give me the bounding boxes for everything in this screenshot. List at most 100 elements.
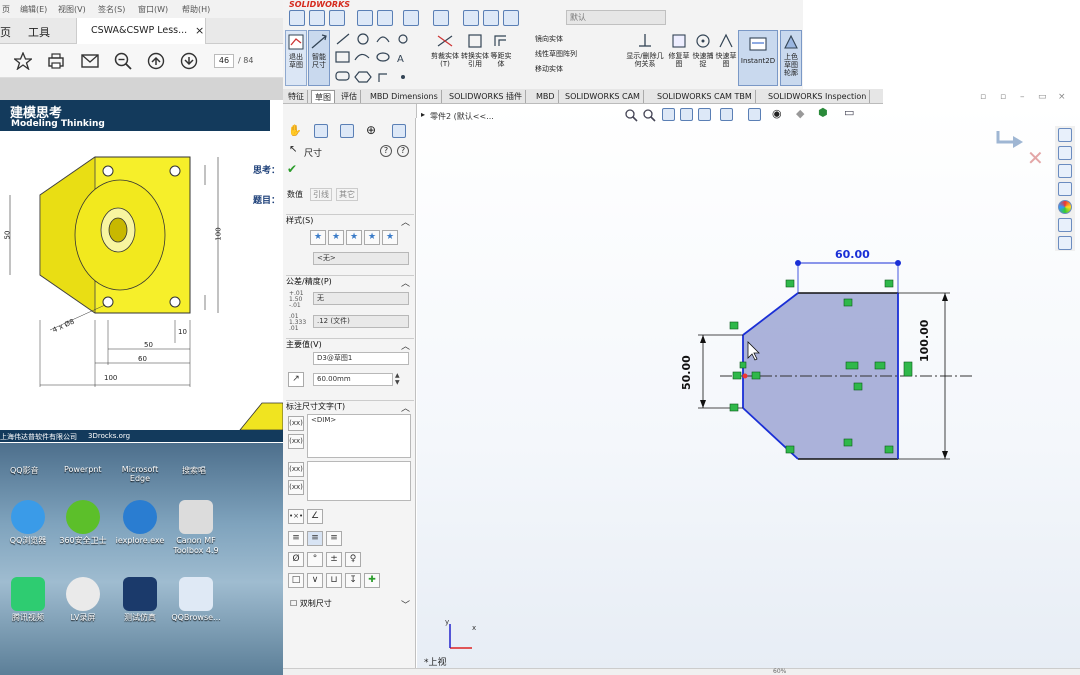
view-settings-icon[interactable]: ▭: [844, 106, 854, 119]
tree-expand-arrow-icon[interactable]: ▸: [421, 110, 425, 119]
align-left-icon[interactable]: ≡: [288, 531, 304, 546]
design-library-icon[interactable]: [1058, 146, 1072, 160]
previous-view-icon[interactable]: [662, 108, 675, 121]
align-center-icon[interactable]: ≡: [307, 531, 323, 546]
exit-sketch-button[interactable]: 退出草图: [285, 30, 307, 86]
section-view-icon[interactable]: [680, 108, 693, 121]
window-tile-icon[interactable]: ▫: [980, 92, 986, 102]
tab-sketch[interactable]: 草图: [311, 90, 335, 103]
dimension-text-box-lower[interactable]: [307, 461, 411, 501]
convert-entities-button[interactable]: 转换实体引用: [461, 32, 489, 86]
taskbar-item-powerpoint[interactable]: Powerpnt: [64, 465, 101, 474]
value-spinner[interactable]: ▲ ▼: [395, 372, 400, 386]
tab-addins[interactable]: SOLIDWORKS 插件: [446, 90, 526, 103]
dimxpert-tab-icon[interactable]: ⊕: [366, 123, 376, 137]
desktop-icon-qqbrowser[interactable]: QQ浏览器: [0, 500, 56, 546]
tab-mbd[interactable]: MBD: [533, 90, 559, 103]
diameter-symbol-icon[interactable]: Ø: [288, 552, 304, 567]
apply-scene-icon[interactable]: ⬢: [818, 106, 828, 119]
counterbore-symbol-icon[interactable]: ⊔: [326, 573, 342, 588]
linear-pattern-button[interactable]: 线性草图阵列: [515, 47, 620, 62]
smart-dimension-button[interactable]: 智能尺寸: [308, 30, 330, 86]
sketch-canvas[interactable]: [680, 250, 980, 465]
primary-value-input[interactable]: 60.00mm: [313, 373, 393, 386]
tab-evaluate[interactable]: 评估: [338, 90, 361, 103]
menu-sign[interactable]: 签名(S): [98, 4, 125, 15]
align-right-icon[interactable]: ≡: [326, 531, 342, 546]
depth-symbol-icon[interactable]: ↧: [345, 573, 361, 588]
view-palette-icon[interactable]: [1058, 182, 1072, 196]
star-icon[interactable]: [14, 52, 32, 70]
tab-cam-tbm[interactable]: SOLIDWORKS CAM TBM: [654, 90, 756, 103]
inspection-dim-icon[interactable]: (xx): [288, 434, 304, 449]
custom-properties-icon[interactable]: [1058, 218, 1072, 232]
redo-icon[interactable]: [329, 10, 345, 26]
delete-style-icon[interactable]: ★: [364, 230, 380, 245]
drag-handle-right[interactable]: [895, 260, 901, 266]
help-2-icon[interactable]: ?: [397, 145, 409, 157]
page-number-input[interactable]: 46: [214, 54, 234, 68]
taskbar-item-qqplayer[interactable]: QQ影音: [10, 465, 39, 476]
dimension-60[interactable]: 60.00: [835, 248, 870, 261]
tab-mbd-dimensions[interactable]: MBD Dimensions: [367, 90, 442, 103]
primary-value-section-header[interactable]: 主要值(V) ︿: [286, 338, 414, 352]
dim-x-icon[interactable]: •×•: [288, 509, 304, 524]
configuration-dropdown[interactable]: 默认: [566, 10, 666, 25]
sketch-entity-tools[interactable]: A: [333, 30, 433, 86]
view-orientation-icon[interactable]: [720, 108, 733, 121]
cancel-sketch-icon[interactable]: ✕: [1027, 146, 1044, 170]
dimension-text-box[interactable]: <DIM>: [307, 414, 411, 458]
text-below-icon[interactable]: (xx): [288, 480, 304, 495]
display-relations-button[interactable]: 显示/删除几何关系: [623, 32, 667, 86]
display-manager-tab-icon[interactable]: [392, 124, 406, 138]
origin-point[interactable]: [742, 373, 748, 379]
desktop-icon-festo-sim[interactable]: 测试仿真: [112, 577, 168, 623]
desktop-icon-ie[interactable]: iexplore.exe: [112, 500, 168, 546]
dimension-50[interactable]: 50.00: [680, 355, 693, 390]
rapid-sketch-button[interactable]: 快速草图: [715, 32, 737, 86]
display-style-icon[interactable]: [748, 108, 761, 121]
hide-show-icon[interactable]: [433, 10, 449, 26]
menu-page[interactable]: 页: [2, 4, 10, 15]
mirror-entities-button[interactable]: 镜向实体: [515, 32, 620, 47]
home-icon[interactable]: [1058, 128, 1072, 142]
save-style-icon[interactable]: ★: [382, 230, 398, 245]
scene-icon[interactable]: [483, 10, 499, 26]
trim-entities-button[interactable]: 剪裁实体(T): [431, 32, 459, 86]
ok-checkmark-icon[interactable]: ✔: [287, 162, 297, 176]
desktop-icon-tencent-video[interactable]: 腾讯视频: [0, 577, 56, 623]
subtab-other[interactable]: 其它: [336, 188, 358, 201]
style-section-header[interactable]: 样式(S) ︿: [286, 214, 414, 228]
centerline-symbol-icon[interactable]: ♀: [345, 552, 361, 567]
dim-angle-icon[interactable]: ∠: [307, 509, 323, 524]
shaded-sketch-button[interactable]: 上色草图轮廓: [780, 30, 802, 86]
search-icon[interactable]: [289, 10, 305, 26]
print-icon[interactable]: [47, 52, 65, 70]
menu-help[interactable]: 帮助(H): [182, 4, 210, 15]
page-up-icon[interactable]: [147, 52, 165, 70]
dimension-name-field[interactable]: D3@草图1: [313, 352, 409, 365]
window-restore-icon[interactable]: ▭: [1038, 92, 1047, 102]
menu-view[interactable]: 视图(V): [58, 4, 86, 15]
save-icon[interactable]: [357, 10, 373, 26]
plus-minus-symbol-icon[interactable]: ±: [326, 552, 342, 567]
tab-tools[interactable]: 工具: [28, 24, 50, 40]
tolerance-section-header[interactable]: 公差/精度(P) ︿: [286, 275, 414, 289]
taskbar-item-edge[interactable]: Microsoft Edge: [120, 465, 160, 483]
feature-manager-tab-icon[interactable]: ✋: [288, 124, 302, 137]
window-minimize-icon[interactable]: –: [1020, 92, 1025, 102]
dual-dimension-section[interactable]: ☐ 双制尺寸 ﹀: [286, 598, 414, 611]
collapse-icon[interactable]: ︿: [401, 401, 410, 414]
zoom-out-icon[interactable]: [114, 52, 132, 70]
tab-home[interactable]: 页: [0, 24, 11, 40]
forum-icon[interactable]: [1058, 236, 1072, 250]
dynamic-annotation-icon[interactable]: [698, 108, 711, 121]
more-symbols-icon[interactable]: ✚: [364, 573, 380, 588]
hide-show-items-icon[interactable]: ◉: [772, 107, 782, 120]
undo-icon[interactable]: [309, 10, 325, 26]
desktop-icon-canon[interactable]: Canon MF Toolbox 4.9: [168, 500, 224, 556]
update-style-icon[interactable]: ★: [346, 230, 362, 245]
dimension-text-section-header[interactable]: 标注尺寸文字(T) ︿: [286, 400, 414, 414]
collapse-icon[interactable]: ︿: [401, 276, 410, 289]
add-parentheses-icon[interactable]: (xx): [288, 416, 304, 431]
